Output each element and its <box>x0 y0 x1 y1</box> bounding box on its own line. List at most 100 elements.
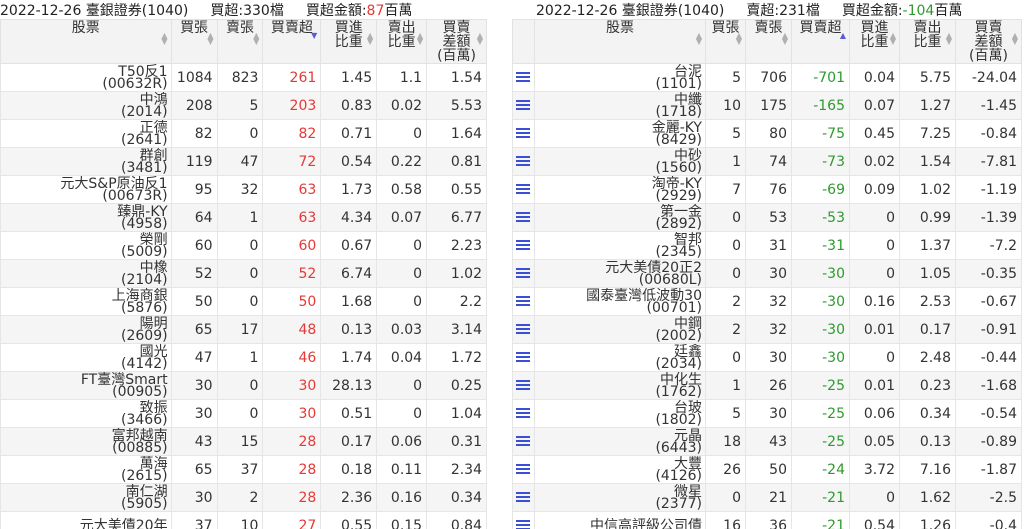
list-icon[interactable] <box>516 351 530 364</box>
stock-name-cell[interactable]: 中砂 (1560) <box>534 147 706 176</box>
stock-name-cell[interactable]: 南仁湖 (5905) <box>0 483 172 512</box>
row-menu-cell[interactable] <box>512 147 535 176</box>
stock-name-cell[interactable]: 萬海 (2615) <box>0 455 172 484</box>
table-row[interactable]: 台玻 (1802) 5 30 -25 0.06 0.34 -0.54 <box>512 399 1022 428</box>
stock-name-cell[interactable]: 中化生 (1762) <box>534 371 706 400</box>
stock-name-cell[interactable]: 富邦越南 (00885) <box>0 427 172 456</box>
table-row[interactable]: 榮剛 (5009) 60 0 60 0.67 0 2.23 <box>0 231 487 260</box>
stock-name-cell[interactable]: 智邦 (2345) <box>534 231 706 260</box>
stock-name-cell[interactable]: 第一金 (2892) <box>534 203 706 232</box>
table-row[interactable]: 臻鼎-KY (4958) 64 1 63 4.34 0.07 6.77 <box>0 203 487 232</box>
table-row[interactable]: 中砂 (1560) 1 74 -73 0.02 1.54 -7.81 <box>512 147 1022 176</box>
table-row[interactable]: 上海商銀 (5876) 50 0 50 1.68 0 2.2 <box>0 287 487 316</box>
row-menu-cell[interactable] <box>512 371 535 400</box>
row-menu-cell[interactable] <box>512 399 535 428</box>
table-row[interactable]: 第一金 (2892) 0 53 -53 0 0.99 -1.39 <box>512 203 1022 232</box>
column-header[interactable]: 賣張 ▲ ▼ <box>745 19 792 64</box>
list-icon[interactable] <box>516 155 530 168</box>
list-icon[interactable] <box>516 99 530 112</box>
stock-name-cell[interactable]: 中鋼 (2002) <box>534 315 706 344</box>
stock-name-cell[interactable]: 中纖 (1718) <box>534 91 706 120</box>
stock-name-cell[interactable]: 金麗-KY (8429) <box>534 119 706 148</box>
list-icon[interactable] <box>516 407 530 420</box>
column-header[interactable]: 賣出 比重 ▲ ▼ <box>376 19 428 64</box>
table-row[interactable]: 陽明 (2609) 65 17 48 0.13 0.03 3.14 <box>0 315 487 344</box>
row-menu-cell[interactable] <box>512 63 535 92</box>
table-row[interactable]: 元大美債20正2 (00680L) 0 30 -30 0 1.05 -0.35 <box>512 259 1022 288</box>
table-row[interactable]: 中信高評級公司債 16 36 -21 0.54 1.26 -0.4 <box>512 511 1022 529</box>
column-header[interactable]: 賣張 ▲ ▼ <box>216 19 264 64</box>
row-menu-cell[interactable] <box>512 91 535 120</box>
table-row[interactable]: 富邦越南 (00885) 43 15 28 0.17 0.06 0.31 <box>0 427 487 456</box>
column-header[interactable]: 買賣 差額 (百萬) ▲ ▼ <box>426 19 487 64</box>
list-icon[interactable] <box>516 127 530 140</box>
table-row[interactable]: 元大美債20年 37 10 27 0.55 0.15 0.84 <box>0 511 487 529</box>
table-row[interactable]: 正德 (2641) 82 0 82 0.71 0 1.64 <box>0 119 487 148</box>
table-row[interactable]: 致振 (3466) 30 0 30 0.51 0 1.04 <box>0 399 487 428</box>
column-header[interactable]: 買賣 差額 (百萬) ▲ ▼ <box>955 19 1022 64</box>
list-icon[interactable] <box>516 379 530 392</box>
column-header[interactable]: 買賣超 ▲ <box>791 19 850 64</box>
table-row[interactable]: 中化生 (1762) 1 26 -25 0.01 0.23 -1.68 <box>512 371 1022 400</box>
stock-name-cell[interactable]: 元大美債20正2 (00680L) <box>534 259 706 288</box>
column-header[interactable]: 股票 ▲ ▼ <box>0 19 172 64</box>
row-menu-cell[interactable] <box>512 483 535 512</box>
table-row[interactable]: 南仁湖 (5905) 30 2 28 2.36 0.16 0.34 <box>0 483 487 512</box>
stock-name-cell[interactable]: 群創 (3481) <box>0 147 172 176</box>
list-icon[interactable] <box>516 267 530 280</box>
stock-name-cell[interactable]: 廷鑫 (2034) <box>534 343 706 372</box>
list-icon[interactable] <box>516 519 530 529</box>
table-row[interactable]: T50反1 (00632R) 1084 823 261 1.45 1.1 1.54 <box>0 63 487 92</box>
table-row[interactable]: 中鋼 (2002) 2 32 -30 0.01 0.17 -0.91 <box>512 315 1022 344</box>
column-header[interactable]: 賣出 比重 ▲ ▼ <box>899 19 956 64</box>
column-header[interactable]: 買進 比重 ▲ ▼ <box>849 19 900 64</box>
stock-name-cell[interactable]: 國泰臺灣低波動30 (00701) <box>534 287 706 316</box>
table-row[interactable]: 金麗-KY (8429) 5 80 -75 0.45 7.25 -0.84 <box>512 119 1022 148</box>
table-row[interactable]: 廷鑫 (2034) 0 30 -30 0 2.48 -0.44 <box>512 343 1022 372</box>
table-row[interactable]: 大豐 (4126) 26 50 -24 3.72 7.16 -1.87 <box>512 455 1022 484</box>
stock-name[interactable]: 元大美債20年 <box>3 519 168 529</box>
row-menu-cell[interactable] <box>512 343 535 372</box>
column-header[interactable]: 買張 ▲ ▼ <box>705 19 746 64</box>
column-header[interactable]: 股票 ▲ ▼ <box>534 19 706 64</box>
stock-name-cell[interactable]: 臻鼎-KY (4958) <box>0 203 172 232</box>
stock-name-cell[interactable]: 元晶 (6443) <box>534 427 706 456</box>
table-row[interactable]: 國泰臺灣低波動30 (00701) 2 32 -30 0.16 2.53 -0.67 <box>512 287 1022 316</box>
stock-name-cell[interactable]: 正德 (2641) <box>0 119 172 148</box>
list-icon[interactable] <box>516 491 530 504</box>
row-menu-cell[interactable] <box>512 203 535 232</box>
stock-name-cell[interactable]: 台泥 (1101) <box>534 63 706 92</box>
list-icon[interactable] <box>516 323 530 336</box>
row-menu-cell[interactable] <box>512 287 535 316</box>
stock-name-cell[interactable]: 台玻 (1802) <box>534 399 706 428</box>
table-row[interactable]: 中橡 (2104) 52 0 52 6.74 0 1.02 <box>0 259 487 288</box>
list-icon[interactable] <box>516 183 530 196</box>
stock-name-cell[interactable]: 大豐 (4126) <box>534 455 706 484</box>
table-row[interactable]: 中鴻 (2014) 208 5 203 0.83 0.02 5.53 <box>0 91 487 120</box>
row-menu-cell[interactable] <box>512 315 535 344</box>
table-row[interactable]: 淘帝-KY (2929) 7 76 -69 0.09 1.02 -1.19 <box>512 175 1022 204</box>
list-icon[interactable] <box>516 211 530 224</box>
column-header[interactable]: 買進 比重 ▲ ▼ <box>320 19 378 64</box>
stock-name-cell[interactable]: 中橡 (2104) <box>0 259 172 288</box>
row-menu-cell[interactable] <box>512 175 535 204</box>
table-row[interactable]: 萬海 (2615) 65 37 28 0.18 0.11 2.34 <box>0 455 487 484</box>
list-icon[interactable] <box>516 295 530 308</box>
table-row[interactable]: 群創 (3481) 119 47 72 0.54 0.22 0.81 <box>0 147 487 176</box>
row-menu-cell[interactable] <box>512 259 535 288</box>
row-menu-cell[interactable] <box>512 427 535 456</box>
stock-name-cell[interactable]: 淘帝-KY (2929) <box>534 175 706 204</box>
stock-name-cell[interactable]: 國光 (4142) <box>0 343 172 372</box>
stock-name-cell[interactable]: 致振 (3466) <box>0 399 172 428</box>
stock-name-cell[interactable]: FT臺灣Smart (00905) <box>0 371 172 400</box>
list-icon[interactable] <box>516 463 530 476</box>
list-icon[interactable] <box>516 71 530 84</box>
list-icon[interactable] <box>516 435 530 448</box>
table-row[interactable]: 台泥 (1101) 5 706 -701 0.04 5.75 -24.04 <box>512 63 1022 92</box>
row-menu-cell[interactable] <box>512 119 535 148</box>
stock-name-cell[interactable]: 榮剛 (5009) <box>0 231 172 260</box>
table-row[interactable]: 國光 (4142) 47 1 46 1.74 0.04 1.72 <box>0 343 487 372</box>
stock-name-cell[interactable]: 元大S&P原油反1 (00673R) <box>0 175 172 204</box>
stock-name-cell[interactable]: 陽明 (2609) <box>0 315 172 344</box>
stock-name-cell[interactable]: 上海商銀 (5876) <box>0 287 172 316</box>
